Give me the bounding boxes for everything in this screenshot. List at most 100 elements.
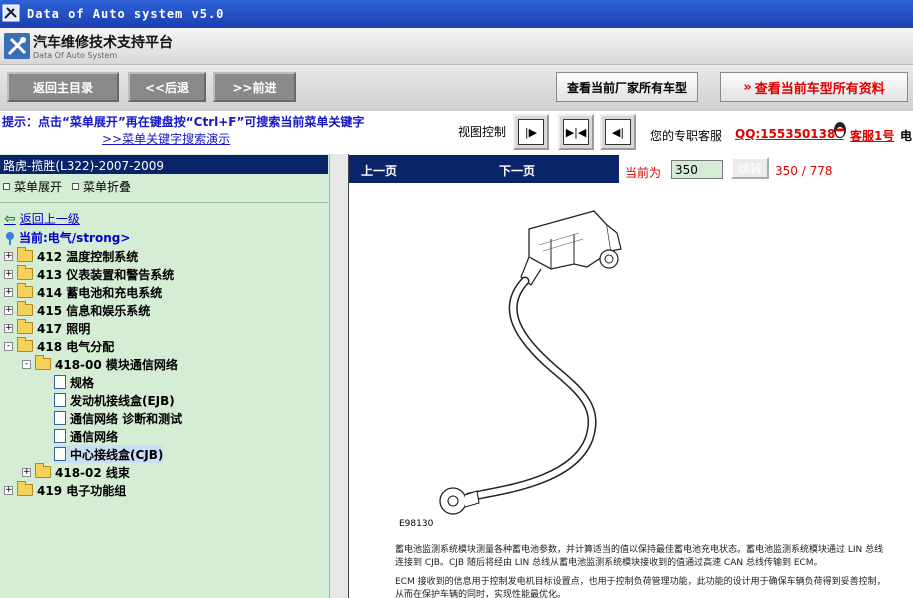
back-button[interactable]: <<后退 [128, 72, 206, 102]
current-page-label: 当前为 [625, 166, 662, 180]
tree-leaf[interactable]: 通信网络 [54, 427, 118, 445]
open-folder-icon [17, 337, 33, 352]
document-icon [54, 411, 66, 425]
tree-label: 通信网络 [70, 429, 119, 444]
tree-leaf[interactable]: 发动机接线盒(EJB) [54, 391, 175, 409]
description-paragraph: 蓄电池监测系统模块测量各种蓄电池参数，并计算适当的值以保持最佳蓄电池充电状态。蓄… [395, 544, 913, 570]
folder-icon [17, 265, 33, 280]
tree-node[interactable]: + 413 仪表装置和警告系统 [4, 265, 174, 283]
menu-collapse-button[interactable]: 菜单折叠 [72, 178, 131, 195]
page-nav-bar: 上一页 下一页 当前为 跳转 350 / 778 [349, 155, 913, 183]
tree-leaf[interactable]: 规格 [54, 373, 94, 391]
tree-node[interactable]: + 412 温度控制系统 [4, 247, 138, 265]
paragraph-line: 蓄电池监测系统模块测量各种蓄电池参数，并计算适当的值以保持最佳蓄电池充电状态。蓄… [395, 545, 884, 555]
app-window: Data of Auto system v5.0 汽车维修技术支持平台 Data… [0, 0, 913, 598]
expand-toggle[interactable]: + [4, 485, 13, 495]
battery-cable-diagram [439, 210, 622, 515]
menu-collapse-label: 菜单折叠 [83, 180, 132, 194]
divider [0, 202, 328, 203]
tree-label: 413 仪表装置和警告系统 [37, 267, 175, 282]
expand-toggle[interactable]: + [22, 467, 31, 477]
service-suffix: 电 [900, 129, 913, 143]
tree-label: 中心接线盒(CJB) [70, 447, 164, 462]
tree-label: 419 电子功能组 [37, 483, 127, 498]
jump-button[interactable]: 跳转 [731, 157, 769, 179]
tree-label: 规格 [70, 375, 95, 390]
brand-title: 汽车维修技术支持平台 [33, 35, 173, 51]
customer-service-link[interactable]: 客服1号 [850, 127, 894, 144]
document-icon [54, 375, 66, 389]
tree-label: 发动机接线盒(EJB) [70, 393, 175, 408]
brand-header: 汽车维修技术支持平台 Data Of Auto System [0, 28, 913, 65]
view-right-button[interactable]: |▶ [513, 114, 549, 150]
expand-toggle[interactable]: + [4, 287, 13, 297]
folder-icon [17, 481, 33, 496]
tree-node[interactable]: - 418 电气分配 [4, 337, 114, 355]
all-data-button[interactable]: » 查看当前车型所有资料 [720, 72, 908, 102]
back-up-label: 返回上一级 [19, 212, 80, 226]
hint-bar: 提示：点击“菜单展开”再在键盘按“Ctrl+F”可搜索当前菜单关键字 >>菜单关… [0, 111, 913, 154]
folder-icon [17, 301, 33, 316]
folder-icon [35, 463, 51, 478]
folder-icon [17, 283, 33, 298]
expand-toggle[interactable]: + [4, 269, 13, 279]
folder-icon [17, 247, 33, 262]
forward-button[interactable]: >>前进 [213, 72, 296, 102]
collapse-toggle[interactable]: - [22, 359, 31, 369]
menu-expand-button[interactable]: 菜单展开 [3, 178, 62, 195]
back-arrow-icon: ⇦ [4, 210, 16, 227]
tree-label: 通信网络 诊断和测试 [70, 411, 183, 426]
title-bar: Data of Auto system v5.0 [0, 0, 913, 28]
search-hint: 提示：点击“菜单展开”再在键盘按“Ctrl+F”可搜索当前菜单关键字 [2, 115, 365, 129]
tree-label: 418 电气分配 [37, 339, 115, 354]
location-icon [6, 231, 14, 245]
panel-splitter[interactable] [330, 154, 348, 598]
menu-expand-label: 菜单展开 [14, 180, 63, 194]
split-arrows-icon: ▶|◀ [563, 119, 589, 145]
double-chevron-icon: » [743, 79, 752, 95]
tree-node[interactable]: - 418-00 模块通信网络 [22, 355, 178, 373]
tree-node[interactable]: + 419 电子功能组 [4, 481, 126, 499]
all-models-button[interactable]: 查看当前厂家所有车型 [556, 72, 698, 102]
back-up-link[interactable]: ⇦ 返回上一级 [4, 210, 80, 227]
next-page-button[interactable]: 下一页 [499, 162, 535, 179]
page-number-input[interactable] [671, 160, 723, 179]
view-control-label: 视图控制 [458, 125, 507, 139]
tree-label: 414 蓄电池和充电系统 [37, 285, 163, 300]
qq-penguin-icon[interactable] [831, 121, 849, 139]
tree-label: 417 照明 [37, 321, 91, 336]
tree-label: 418-00 模块通信网络 [55, 357, 178, 372]
document-icon [54, 393, 66, 407]
expand-toggle[interactable]: + [4, 251, 13, 261]
tree-node[interactable]: + 417 照明 [4, 319, 90, 337]
view-split-button[interactable]: ▶|◀ [558, 114, 594, 150]
tree-leaf[interactable]: 通信网络 诊断和测试 [54, 409, 182, 427]
tree-label: 412 温度控制系统 [37, 249, 139, 264]
tree-node[interactable]: + 418-02 线束 [22, 463, 130, 481]
expand-toggle[interactable]: + [4, 323, 13, 333]
window-title: Data of Auto system v5.0 [27, 7, 225, 21]
qq-link[interactable]: QQ:1553501388 [735, 127, 844, 141]
page-jump: 当前为 跳转 350 / 778 [619, 155, 913, 183]
tree-label: 418-02 线束 [55, 465, 130, 480]
collapse-icon [72, 183, 80, 190]
tools-logo-icon [4, 33, 30, 59]
tree-leaf-selected[interactable]: 中心接线盒(CJB) [54, 445, 164, 463]
folder-icon [17, 319, 33, 334]
tree-node[interactable]: + 415 信息和娱乐系统 [4, 301, 150, 319]
brand-subtitle: Data Of Auto System [33, 51, 118, 60]
paragraph-line: 连接到 CJB。CJB 随后将经由 LIN 总线从蓄电池监测系统模块接收到的值通… [395, 558, 823, 568]
expand-icon [3, 183, 10, 190]
view-left-button[interactable]: ◀| [600, 114, 636, 150]
figure-code: E98130 [399, 519, 434, 529]
app-icon [2, 4, 20, 22]
prev-page-button[interactable]: 上一页 [361, 162, 397, 179]
collapse-toggle[interactable]: - [4, 341, 13, 351]
search-demo-link[interactable]: >>菜单关键字搜索演示 [102, 130, 230, 147]
all-data-label: 查看当前车型所有资料 [754, 81, 885, 97]
expand-toggle[interactable]: + [4, 305, 13, 315]
description-paragraph: ECM 接收到的信息用于控制发电机目标设置点，也用于控制负荷管理功能，此功能的设… [395, 576, 913, 598]
current-path-label: 当前:电气/strong> [19, 231, 131, 245]
home-button[interactable]: 返回主目录 [7, 72, 119, 102]
tree-node[interactable]: + 414 蓄电池和充电系统 [4, 283, 162, 301]
